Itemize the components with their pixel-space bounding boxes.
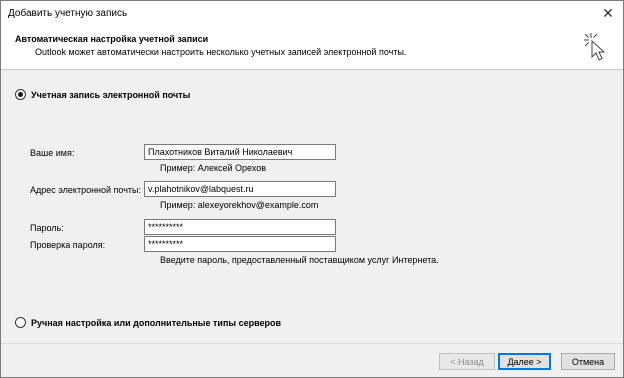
password-confirm-input[interactable] [144, 236, 336, 252]
manual-setup-radio[interactable] [15, 317, 26, 328]
manual-setup-label: Ручная настройка или дополнительные типы… [31, 317, 282, 328]
header-subtitle: Outlook может автоматически настроить не… [35, 47, 407, 57]
add-account-dialog: Добавить учетную запись ✕ Автоматическая… [0, 0, 624, 378]
next-button[interactable]: Далее > [498, 353, 551, 370]
name-label: Ваше имя: [30, 148, 75, 158]
email-account-option[interactable]: Учетная запись электронной почты [15, 89, 190, 100]
wizard-wand-icon [584, 33, 606, 61]
email-account-radio[interactable] [15, 89, 26, 100]
header-title: Автоматическая настройка учетной записи [15, 34, 209, 44]
email-label: Адрес электронной почты: [30, 185, 142, 195]
wizard-header: Автоматическая настройка учетной записи … [1, 25, 623, 70]
password-label: Пароль: [30, 223, 64, 233]
title-bar[interactable]: Добавить учетную запись ✕ [1, 1, 623, 25]
email-hint: Пример: alexeyorekhov@example.com [160, 200, 319, 210]
password-input[interactable] [144, 219, 336, 235]
close-icon[interactable]: ✕ [597, 3, 619, 23]
email-account-label: Учетная запись электронной почты [31, 89, 191, 100]
password-confirm-label: Проверка пароля: [30, 240, 106, 250]
name-hint: Пример: Алексей Орехов [160, 163, 267, 173]
back-button[interactable]: < Назад [439, 353, 495, 370]
password-hint: Введите пароль, предоставленный поставщи… [160, 255, 439, 265]
cancel-button[interactable]: Отмена [561, 353, 615, 370]
email-input[interactable] [144, 181, 336, 197]
manual-setup-option[interactable]: Ручная настройка или дополнительные типы… [15, 317, 281, 328]
name-input[interactable] [144, 144, 336, 160]
window-title: Добавить учетную запись [8, 8, 128, 19]
